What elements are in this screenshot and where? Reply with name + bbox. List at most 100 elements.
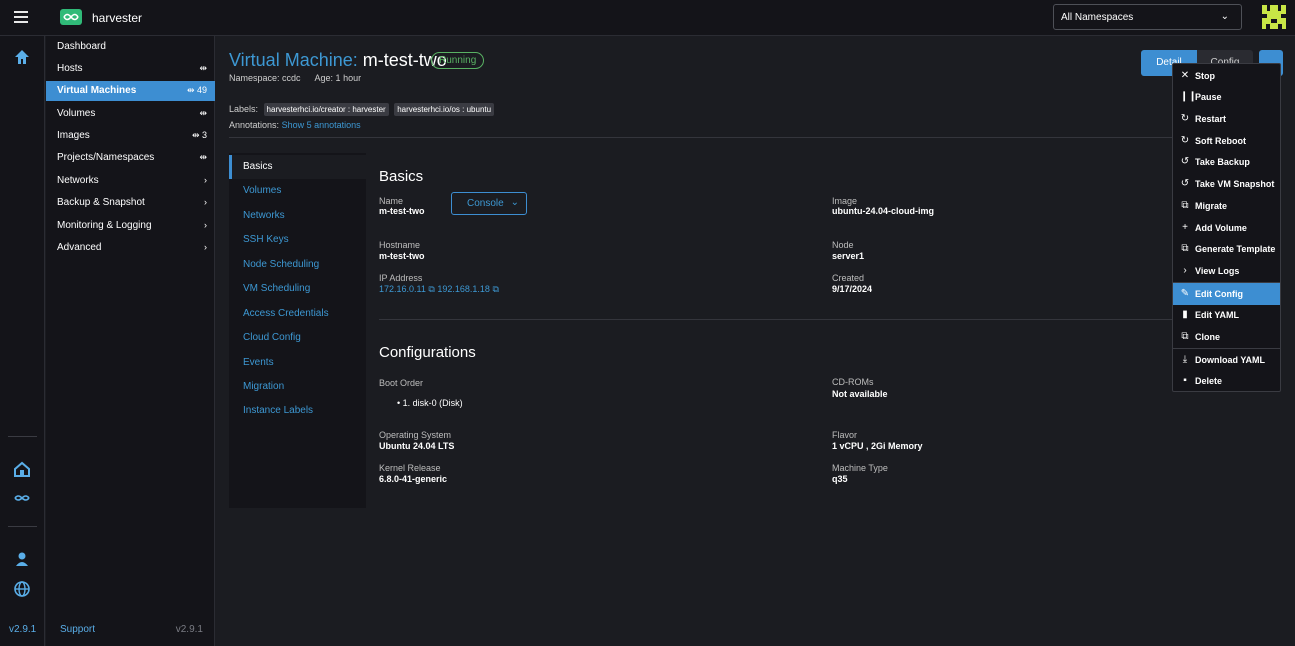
menu-item-label: Migrate (1195, 201, 1228, 211)
menu-item-take-backup[interactable]: ↺ Take Backup (1173, 151, 1280, 173)
sidebar-item-label: Hosts (57, 63, 83, 74)
copy-icon[interactable]: ⧉ (492, 284, 498, 294)
tab-label: Migration (243, 381, 285, 392)
menu-item-label: Download YAML (1195, 355, 1266, 365)
tab-access-credentials[interactable]: Access Credentials (229, 302, 366, 326)
hostname-value: m-test-two (379, 251, 425, 261)
globe-icon[interactable] (13, 580, 31, 598)
tab-networks[interactable]: Networks (229, 204, 366, 228)
harvester-icon[interactable] (13, 489, 31, 507)
page-title-prefix: Virtual Machine: (229, 50, 358, 70)
tab-node-scheduling[interactable]: Node Scheduling (229, 253, 366, 277)
node-label: Node (832, 240, 854, 250)
sidebar-item-label: Advanced (57, 242, 102, 253)
namespace-select[interactable]: All Namespaces ⌄ (1053, 4, 1242, 30)
labels-label: Labels: (229, 104, 259, 114)
sidebar-item-label: Virtual Machines (57, 85, 137, 96)
top-bar: harvester All Namespaces ⌄ (0, 0, 1295, 36)
menu-item-pause[interactable]: ❙❙ Pause (1173, 86, 1280, 108)
menu-item-migrate[interactable]: ⧉ Migrate (1173, 195, 1280, 217)
sidebar-item-label: Monitoring & Logging (57, 220, 152, 231)
sidebar-item-projects-namespaces[interactable]: Projects/Namespaces ⇹ (46, 148, 215, 168)
menu-item-edit-config[interactable]: ✎ Edit Config (1173, 283, 1280, 305)
menu-item-download-yaml[interactable]: ⤓ Download YAML (1173, 349, 1280, 371)
menu-item-restart[interactable]: ↻ Restart (1173, 108, 1280, 130)
menu-item-delete[interactable]: ▪ Delete (1173, 370, 1280, 392)
sidebar-item-hosts[interactable]: Hosts ⇹ (46, 59, 215, 79)
tab-migration[interactable]: Migration (229, 375, 366, 399)
menu-item-label: Take Backup (1195, 157, 1250, 167)
menu-item-generate-template[interactable]: ⧉ Generate Template (1173, 238, 1280, 260)
copy-icon[interactable]: ⧉ (428, 284, 434, 294)
sidebar-item-label: Volumes (57, 108, 96, 119)
home-icon[interactable] (13, 48, 31, 66)
sidebar-item-monitoring-logging[interactable]: Monitoring & Logging › (46, 216, 215, 236)
support-link[interactable]: Support (60, 624, 95, 635)
tab-instance-labels[interactable]: Instance Labels (229, 399, 366, 423)
download-icon: ⤓ (1182, 354, 1188, 365)
menu-item-label: Pause (1195, 92, 1222, 102)
sidebar-item-volumes[interactable]: Volumes ⇹ (46, 104, 215, 124)
side-tabs: Basics Volumes Networks SSH Keys Node Sc… (229, 153, 366, 508)
chevron-right-icon: › (1183, 265, 1187, 276)
hamburger-menu-icon[interactable] (14, 11, 28, 23)
tab-cloud-config[interactable]: Cloud Config (229, 326, 366, 350)
tab-events[interactable]: Events (229, 351, 366, 375)
rail-divider (8, 526, 37, 527)
menu-item-label: Take VM Snapshot (1195, 179, 1275, 189)
section-divider (379, 319, 1279, 320)
node-value: server1 (832, 251, 865, 261)
machine-type-label: Machine Type (832, 463, 888, 473)
sidebar-item-backup-snapshot[interactable]: Backup & Snapshot › (46, 193, 215, 213)
rail-version: v2.9.1 (9, 624, 37, 635)
tab-volumes[interactable]: Volumes (229, 179, 366, 203)
tab-basics[interactable]: Basics (229, 155, 366, 179)
tab-label: Volumes (243, 185, 282, 196)
ip-address-label: IP Address (379, 273, 423, 283)
chevron-right-icon: › (204, 175, 207, 185)
menu-item-take-vm-snapshot[interactable]: ↺ Take VM Snapshot (1173, 173, 1280, 195)
sidebar-item-count: ⇹ (199, 152, 207, 162)
menu-item-label: Stop (1195, 71, 1215, 81)
tab-vm-scheduling[interactable]: VM Scheduling (229, 277, 366, 301)
refresh-icon: ↻ (1180, 135, 1190, 146)
annotations-label: Annotations: (229, 120, 280, 130)
user-icon[interactable] (13, 550, 31, 568)
copy-icon: ⧉ (1181, 331, 1189, 342)
sidebar-item-label: Dashboard (57, 41, 106, 52)
sidebar-item-dashboard[interactable]: Dashboard (46, 37, 215, 57)
menu-item-stop[interactable]: ✕ Stop (1173, 65, 1280, 87)
show-annotations-link[interactable]: Show 5 annotations (282, 120, 361, 130)
menu-item-clone[interactable]: ⧉ Clone (1173, 326, 1280, 348)
menu-item-view-logs[interactable]: › View Logs (1173, 260, 1280, 282)
boot-order-label: Boot Order (379, 378, 424, 388)
pencil-icon: ✎ (1180, 288, 1190, 299)
menu-item-label: Generate Template (1195, 244, 1276, 254)
plus-icon: + (1182, 222, 1188, 233)
boot-order-item: • 1. disk-0 (Disk) (397, 398, 463, 408)
harvester-logo-icon[interactable] (60, 9, 82, 25)
user-avatar[interactable] (1262, 5, 1286, 29)
labels-row: Labels: harvesterhci.io/creator : harves… (229, 103, 495, 116)
menu-item-label: Edit YAML (1195, 310, 1240, 320)
icon-rail: v2.9.1 (0, 36, 45, 646)
menu-item-edit-yaml[interactable]: ▮ Edit YAML (1173, 304, 1280, 326)
menu-item-label: Add Volume (1195, 223, 1247, 233)
brand-name[interactable]: harvester (92, 11, 142, 25)
console-button[interactable]: Console ⌄ (451, 192, 527, 215)
cluster-manager-icon[interactable] (13, 460, 31, 478)
kernel-value: 6.8.0-41-generic (379, 474, 448, 484)
side-nav: Dashboard Hosts ⇹ Virtual Machines ⇹ 49 Vo… (46, 36, 215, 646)
sidebar-item-advanced[interactable]: Advanced › (46, 238, 215, 258)
sidebar-item-virtual-machines[interactable]: Virtual Machines ⇹ 49 (46, 81, 215, 101)
actions-menu: ✕ Stop ❙❙ Pause ↻ Restart ↻ Soft Reboot ↺ Tak… (1172, 63, 1281, 392)
menu-item-soft-reboot[interactable]: ↻ Soft Reboot (1173, 130, 1280, 152)
sidebar-item-images[interactable]: Images ⇹ 3 (46, 126, 215, 146)
copy-icon: ⧉ (1181, 243, 1189, 254)
tab-ssh-keys[interactable]: SSH Keys (229, 228, 366, 252)
label-tag: harvesterhci.io/os : ubuntu (394, 103, 495, 116)
menu-item-add-volume[interactable]: + Add Volume (1173, 217, 1280, 239)
backup-icon: ↺ (1180, 156, 1190, 167)
annotations-row: Annotations: Show 5 annotations (229, 120, 361, 130)
sidebar-item-networks[interactable]: Networks › (46, 171, 215, 191)
